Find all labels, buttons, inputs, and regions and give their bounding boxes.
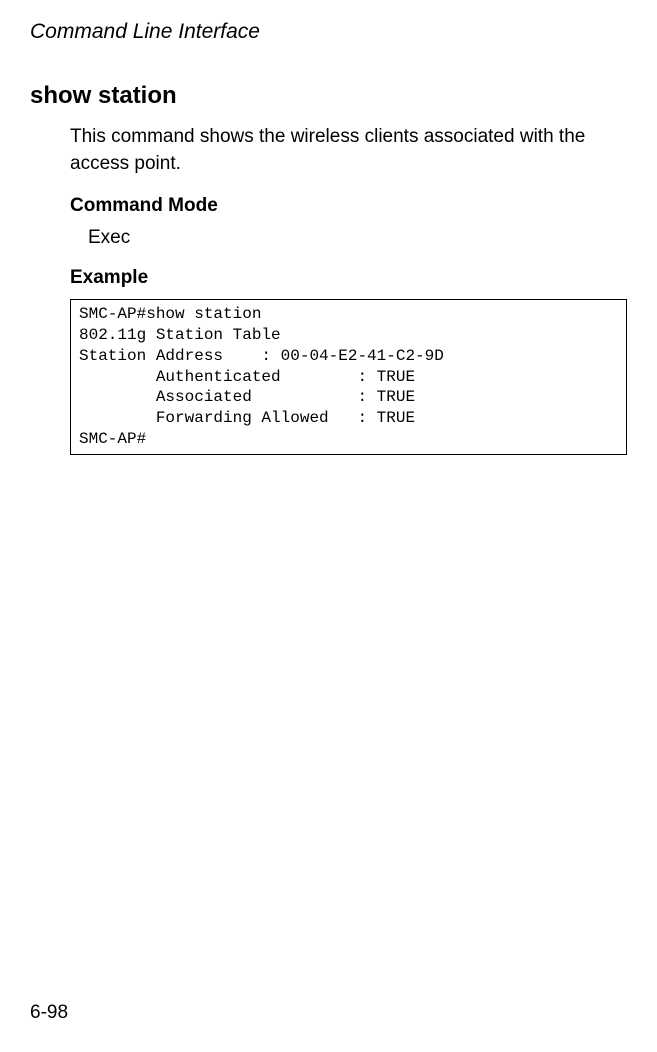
command-description: This command shows the wireless clients … xyxy=(70,124,627,177)
example-label: Example xyxy=(70,267,627,289)
command-content: This command shows the wireless clients … xyxy=(70,124,627,455)
example-output: SMC-AP#show station 802.11g Station Tabl… xyxy=(70,299,627,455)
page-header-title: Command Line Interface xyxy=(30,20,627,44)
page-number: 6-98 xyxy=(30,1002,68,1024)
command-mode-label: Command Mode xyxy=(70,195,627,217)
command-name-heading: show station xyxy=(30,82,627,110)
command-mode-value: Exec xyxy=(88,227,627,249)
